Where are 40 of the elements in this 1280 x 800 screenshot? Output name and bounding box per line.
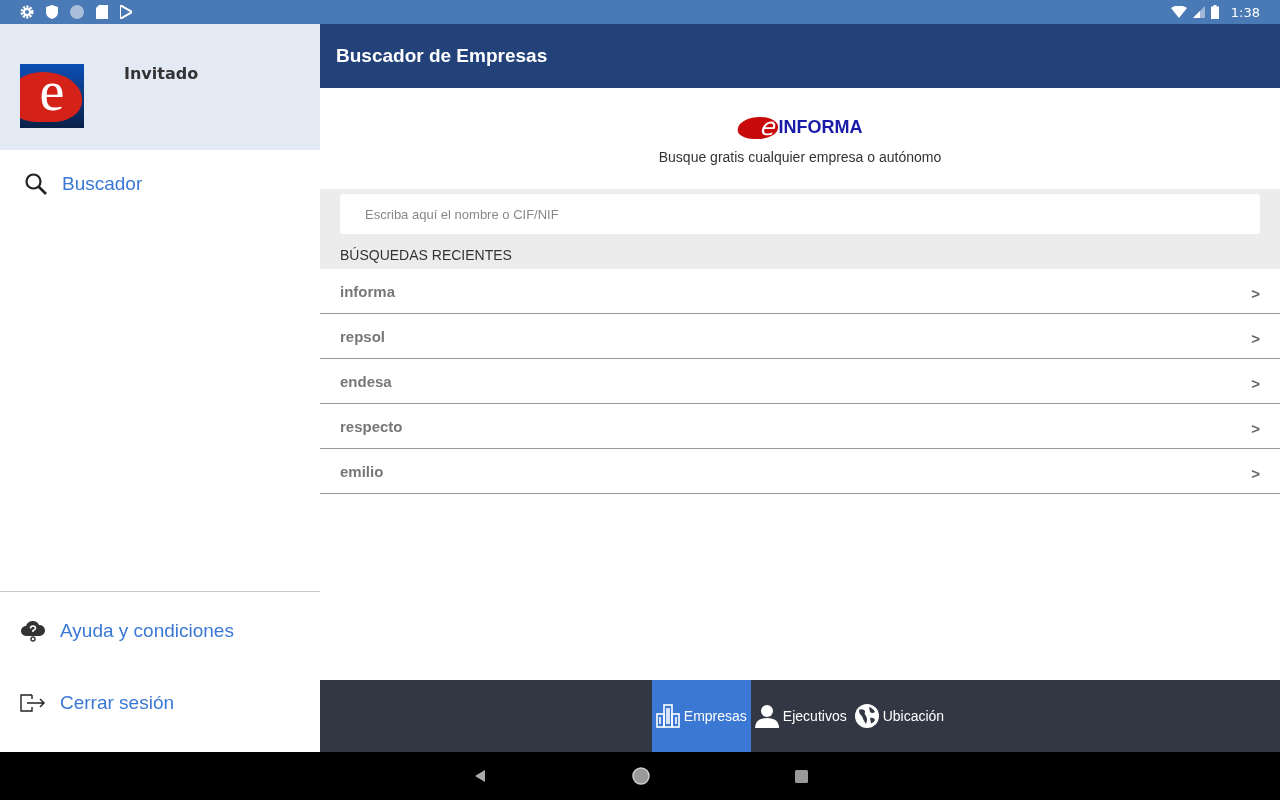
person-icon bbox=[754, 704, 779, 728]
buildings-icon bbox=[655, 704, 680, 728]
chevron-icon: > bbox=[1251, 464, 1260, 482]
circle-icon bbox=[70, 5, 84, 19]
cloud-help-icon bbox=[20, 620, 46, 642]
drawer-link[interactable]: Ayuda y condiciones bbox=[60, 620, 234, 642]
recent-search-item[interactable]: informa > bbox=[320, 269, 1280, 314]
tagline: Busque gratis cualquier empresa o autónomo bbox=[658, 148, 942, 165]
recent-search-item[interactable]: respecto > bbox=[320, 404, 1280, 449]
drawer-link[interactable]: Cerrar sesión bbox=[60, 692, 175, 714]
battery-icon bbox=[1210, 5, 1219, 19]
sd-card-icon bbox=[96, 5, 108, 19]
bottom-tab[interactable]: Empresas bbox=[651, 680, 751, 752]
chevron-icon: > bbox=[1251, 419, 1260, 437]
chevron-icon: > bbox=[1251, 284, 1260, 302]
recents-icon[interactable] bbox=[794, 769, 808, 783]
recent-search-item[interactable]: endesa > bbox=[320, 359, 1280, 404]
gear-icon bbox=[20, 5, 34, 19]
bottom-tab[interactable]: Ubicación bbox=[850, 680, 949, 752]
drawer-link[interactable]: Buscador bbox=[62, 173, 143, 195]
app-bar-title: Buscador de Empresas bbox=[336, 45, 548, 67]
bottom-tab[interactable]: Ejecutivos bbox=[750, 680, 851, 752]
globe-icon bbox=[854, 704, 879, 728]
chevron-icon: > bbox=[1251, 329, 1260, 347]
wifi-icon bbox=[1170, 6, 1187, 18]
search-icon bbox=[24, 172, 48, 196]
search-field[interactable]: Escriba aquí el nombre o CIF/NIF bbox=[340, 194, 1260, 234]
home-icon[interactable] bbox=[631, 767, 650, 785]
brand-logo: eINFORMA bbox=[737, 116, 863, 139]
play-store-icon bbox=[120, 5, 132, 19]
recent-search-item[interactable]: emilio > bbox=[320, 449, 1280, 494]
signal-icon bbox=[1192, 6, 1205, 18]
chevron-icon: > bbox=[1251, 374, 1260, 392]
user-name: Invitado bbox=[124, 64, 199, 83]
section-heading: BÚSQUEDAS RECIENTES bbox=[340, 247, 513, 263]
shield-icon bbox=[46, 5, 58, 19]
status-time: 1:38 bbox=[1230, 4, 1260, 20]
logout-icon bbox=[20, 693, 46, 713]
recent-search-item[interactable]: repsol > bbox=[320, 314, 1280, 359]
app-logo: e bbox=[20, 64, 84, 128]
